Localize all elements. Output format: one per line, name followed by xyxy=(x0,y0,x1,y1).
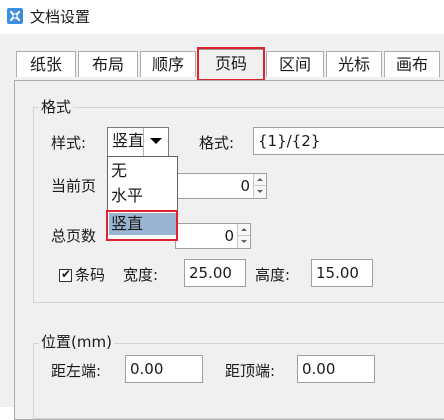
total-pages-value: 0 xyxy=(224,227,234,245)
app-settings-icon xyxy=(7,8,23,24)
tab-cursor-label: 光标 xyxy=(337,55,370,74)
current-page-value: 0 xyxy=(240,177,250,195)
tab-content-panel: 格式 样式: 竖直 格式: {1}/{2} 当前页 0 总页数 0 ✔ 条码 宽… xyxy=(14,80,444,420)
style-dropdown-button[interactable] xyxy=(143,128,168,156)
tab-layout-label: 布局 xyxy=(91,55,124,74)
barcode-checkbox[interactable]: ✔ xyxy=(59,267,72,282)
style-select[interactable]: 竖直 xyxy=(107,127,169,157)
style-label: 样式: xyxy=(51,134,87,152)
current-page-down-arrow-icon[interactable] xyxy=(253,186,266,198)
dialog-body: 纸张 布局 顺序 页码 区间 光标 画布 格式 样式: 竖直 格式: {1}/{… xyxy=(0,34,444,420)
tab-layout[interactable]: 布局 xyxy=(78,51,138,77)
format-input-value: {1}/{2} xyxy=(258,132,321,150)
total-pages-label: 总页数 xyxy=(51,227,97,245)
format-group-legend: 格式 xyxy=(39,98,74,116)
current-page-label: 当前页 xyxy=(51,177,97,195)
height-input[interactable]: 15.00 xyxy=(311,259,373,287)
total-pages-up-arrow-icon[interactable] xyxy=(237,224,250,236)
left-distance-label: 距左端: xyxy=(51,362,102,380)
dropdown-option-vertical[interactable]: 竖直 xyxy=(109,213,176,235)
height-input-value: 15.00 xyxy=(316,264,359,282)
title-bar: 文档设置 xyxy=(0,0,444,34)
top-distance-input[interactable]: 0.00 xyxy=(297,355,375,383)
chevron-down-icon xyxy=(150,138,162,144)
tab-section-label: 区间 xyxy=(278,55,311,74)
width-label: 宽度: xyxy=(123,266,159,284)
tab-order-label: 顺序 xyxy=(151,55,184,74)
dropdown-option-horizontal[interactable]: 水平 xyxy=(109,185,176,207)
barcode-label: 条码 xyxy=(75,266,106,284)
tab-section[interactable]: 区间 xyxy=(266,51,324,77)
tab-order[interactable]: 顺序 xyxy=(140,51,196,77)
width-input-value: 25.00 xyxy=(189,264,232,282)
top-distance-label: 距顶端: xyxy=(225,362,276,380)
dropdown-option-none[interactable]: 无 xyxy=(109,160,176,182)
height-label: 高度: xyxy=(255,266,291,284)
tab-canvas-label: 画布 xyxy=(395,55,428,74)
format-input[interactable]: {1}/{2} xyxy=(253,127,444,155)
tab-paper[interactable]: 纸张 xyxy=(16,51,76,77)
tab-paper-label: 纸张 xyxy=(29,55,62,74)
tab-canvas[interactable]: 画布 xyxy=(384,51,440,77)
left-distance-value: 0.00 xyxy=(130,360,164,378)
checkmark-icon: ✔ xyxy=(61,267,72,281)
tab-cursor[interactable]: 光标 xyxy=(326,51,382,77)
top-distance-value: 0.00 xyxy=(302,360,336,378)
total-pages-spinner[interactable]: 0 xyxy=(175,223,251,249)
tab-page-number-label: 页码 xyxy=(214,54,247,73)
tab-page-number[interactable]: 页码 xyxy=(198,49,264,79)
style-dropdown-list: 无 水平 竖直 xyxy=(107,156,178,240)
left-distance-input[interactable]: 0.00 xyxy=(125,355,203,383)
style-select-value: 竖直 xyxy=(112,131,145,150)
width-input[interactable]: 25.00 xyxy=(184,259,246,287)
current-page-spinner[interactable]: 0 xyxy=(175,173,267,199)
position-group xyxy=(33,343,444,419)
format-label: 格式: xyxy=(199,134,235,152)
position-group-legend: 位置(mm) xyxy=(39,333,114,351)
current-page-up-arrow-icon[interactable] xyxy=(253,174,266,186)
window-title: 文档设置 xyxy=(30,8,91,26)
total-pages-down-arrow-icon[interactable] xyxy=(237,236,250,248)
